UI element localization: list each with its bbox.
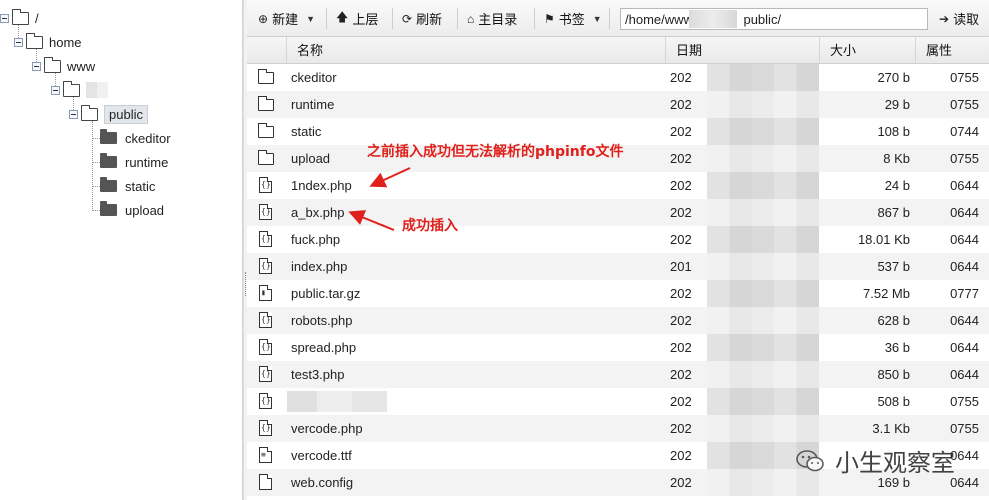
annotation-arrow (348, 210, 395, 231)
wechat-logo-icon (796, 449, 824, 471)
annotation-note-phpinfo: 之前插入成功但无法解析的phpinfo文件 (367, 144, 624, 160)
annotation-arrows (348, 167, 411, 231)
annotation-arrow (369, 167, 411, 188)
watermark-text: 小生观察室 (835, 449, 955, 477)
annotation-note-success: 成功插入 (402, 218, 458, 234)
watermark: 小生观察室 (795, 443, 955, 478)
